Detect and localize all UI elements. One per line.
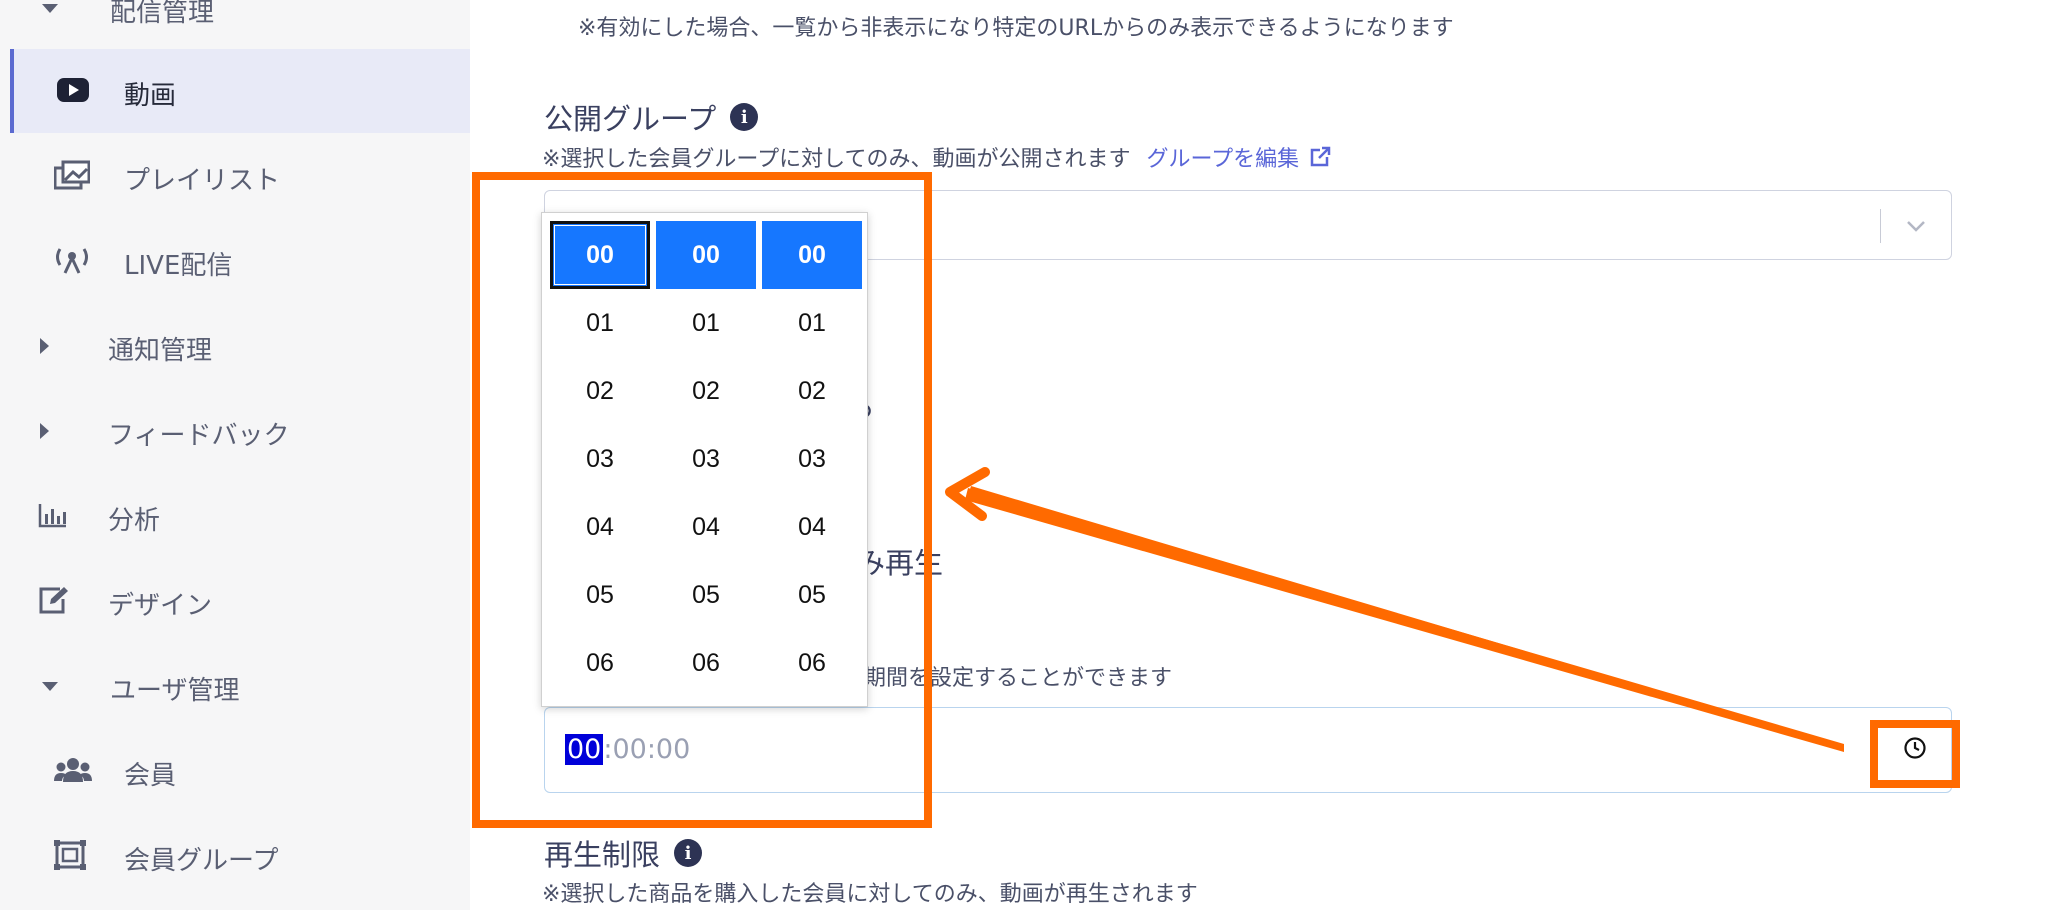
annotation-arrow <box>945 467 1844 752</box>
